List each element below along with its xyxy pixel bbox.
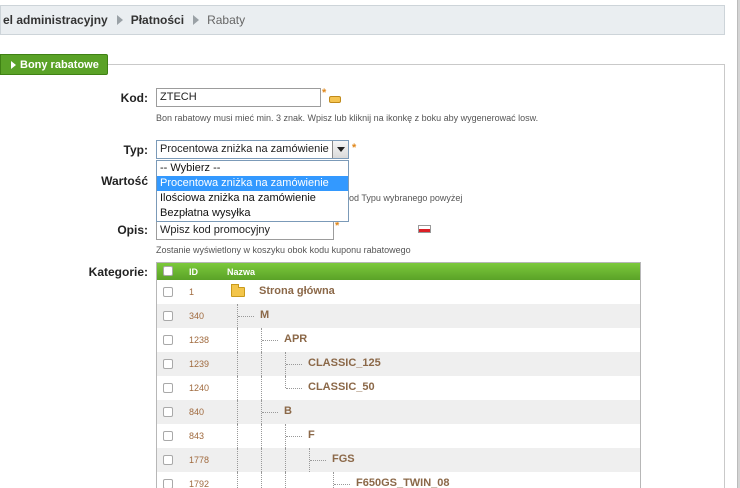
tree-guide-line <box>237 424 238 448</box>
type-select-value: Procentowa zniżka na zamówienie <box>160 143 329 155</box>
tree-guide-line <box>261 448 262 472</box>
table-row[interactable]: 1238 APR <box>157 328 640 352</box>
code-hint: Bon rabatowy musi mieć min. 3 znak. Wpis… <box>156 113 539 123</box>
code-label: Kod: <box>120 91 148 105</box>
row-id: 1 <box>189 287 195 297</box>
panel-tab: Bony rabatowe <box>0 54 108 75</box>
tree-guide-line <box>237 448 238 472</box>
tree-branch-line <box>238 316 254 317</box>
breadcrumb-item-discounts: Rabaty <box>207 13 246 27</box>
chevron-right-icon <box>193 15 200 25</box>
type-option-selected[interactable]: Procentowa zniżka na zamówienie <box>157 176 348 191</box>
select-all-checkbox[interactable] <box>163 266 173 276</box>
tree-guide-line <box>237 352 238 376</box>
tree-guide-line <box>237 400 238 424</box>
table-row[interactable]: 840 B <box>157 400 640 424</box>
row-name: FGS <box>332 453 355 465</box>
row-id: 1792 <box>189 479 210 488</box>
table-row[interactable]: 1792 F650GS_TWIN_08 <box>157 472 640 488</box>
row-name: B <box>284 405 292 417</box>
required-mark: * <box>322 87 327 99</box>
row-checkbox[interactable] <box>163 455 173 465</box>
tree-branch-line <box>310 460 326 461</box>
table-row[interactable]: 843 F <box>157 424 640 448</box>
row-id: 340 <box>189 311 205 321</box>
tree-branch-line <box>262 340 278 341</box>
table-row[interactable]: 1778 FGS <box>157 448 640 472</box>
tree-guide-line <box>261 352 262 376</box>
type-label: Typ: <box>123 143 148 157</box>
categories-label: Kategorie: <box>88 265 148 279</box>
row-checkbox[interactable] <box>163 431 173 441</box>
type-option[interactable]: Bezpłatna wysyłka <box>157 206 348 221</box>
tree-guide-line <box>261 376 262 400</box>
tree-branch-line <box>334 484 350 485</box>
tree-guide-line <box>333 472 334 488</box>
language-flag-icon[interactable] <box>418 225 431 233</box>
tree-guide-line <box>285 448 286 472</box>
panel-title: Bony rabatowe <box>20 58 99 71</box>
code-input[interactable]: ZTECH <box>156 88 321 107</box>
row-checkbox[interactable] <box>163 311 173 321</box>
row-checkbox[interactable] <box>163 383 173 393</box>
breadcrumb-item-payments[interactable]: Płatności <box>131 13 184 27</box>
row-id: 1240 <box>189 383 210 393</box>
chevron-right-icon <box>116 15 123 25</box>
row-checkbox[interactable] <box>163 335 173 345</box>
tree-branch-line <box>262 412 278 413</box>
description-input[interactable]: Wpisz kod promocyjny <box>156 221 334 240</box>
row-name: APR <box>284 333 308 345</box>
tree-branch-line <box>286 388 302 389</box>
row-checkbox[interactable] <box>163 287 173 297</box>
caret-down-icon <box>336 147 345 152</box>
row-name: CLASSIC_50 <box>308 381 375 393</box>
name-column-header: Nazwa <box>227 267 256 277</box>
type-option[interactable]: Ilościowa zniżka na zamówienie <box>157 191 348 206</box>
description-label: Opis: <box>117 223 148 237</box>
row-name: F <box>308 429 315 441</box>
required-mark: * <box>352 142 357 154</box>
tree-guide-line <box>285 376 286 388</box>
folder-icon <box>231 284 245 297</box>
row-name: F650GS_TWIN_08 <box>356 477 450 488</box>
row-name: CLASSIC_125 <box>308 357 381 369</box>
row-id: 1238 <box>189 335 210 345</box>
breadcrumb: el administracyjny Płatności Rabaty <box>0 5 725 35</box>
row-checkbox[interactable] <box>163 407 173 417</box>
tree-guide-line <box>237 376 238 400</box>
tree-guide-line <box>237 472 238 488</box>
tree-guide-line <box>237 328 238 352</box>
row-id: 1778 <box>189 455 210 465</box>
tree-guide-line <box>261 424 262 448</box>
row-checkbox[interactable] <box>163 479 173 488</box>
dropdown-button[interactable] <box>332 141 348 158</box>
tree-branch-line <box>286 364 302 365</box>
table-row[interactable]: 1240 CLASSIC_50 <box>157 376 640 400</box>
value-label: Wartość <box>101 174 148 188</box>
tree-header: ID Nazwa <box>157 263 640 280</box>
description-hint: Zostanie wyświetlony w koszyku obok kodu… <box>156 245 411 255</box>
type-dropdown-list: -- Wybierz -- Procentowa zniżka na zamów… <box>156 160 349 222</box>
generate-code-icon[interactable] <box>329 96 341 103</box>
row-name: M <box>260 309 270 321</box>
row-checkbox[interactable] <box>163 359 173 369</box>
row-name: Strona główna <box>259 285 335 297</box>
table-row[interactable]: 1 Strona główna <box>157 280 640 304</box>
type-select[interactable]: Procentowa zniżka na zamówienie <box>156 140 349 159</box>
row-id: 840 <box>189 407 205 417</box>
arrow-right-icon <box>11 60 16 69</box>
tree-guide-line <box>285 472 286 488</box>
id-column-header: ID <box>189 267 198 277</box>
tree-branch-line <box>286 436 302 437</box>
row-id: 843 <box>189 431 205 441</box>
table-row[interactable]: 340 M <box>157 304 640 328</box>
value-hint: od Typu wybranego powyżej <box>349 193 463 203</box>
table-row[interactable]: 1239 CLASSIC_125 <box>157 352 640 376</box>
page: el administracyjny Płatności Rabaty Bony… <box>0 0 740 488</box>
type-option[interactable]: -- Wybierz -- <box>157 161 348 176</box>
categories-tree: ID Nazwa 1 Strona główna 340 M 1238 APR <box>156 262 641 488</box>
tree-guide-line <box>261 472 262 488</box>
row-id: 1239 <box>189 359 210 369</box>
breadcrumb-item-panel[interactable]: el administracyjny <box>3 13 108 27</box>
